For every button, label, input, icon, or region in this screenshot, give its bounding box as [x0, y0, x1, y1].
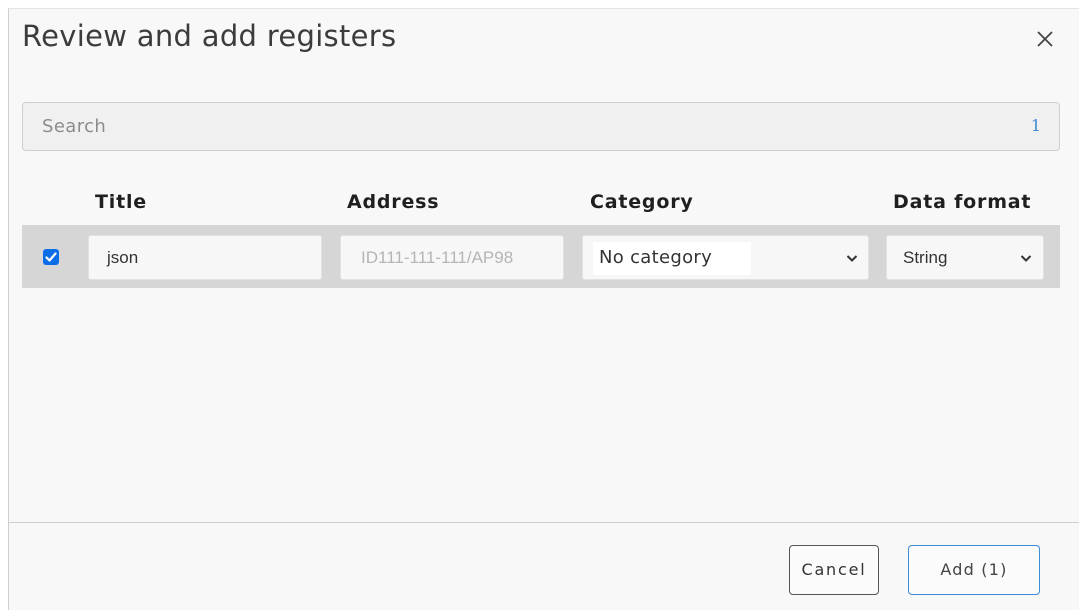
data-format-select[interactable]: String	[886, 235, 1044, 280]
category-select[interactable]: No category	[582, 235, 869, 280]
data-format-select-value: String	[903, 248, 948, 267]
search-input[interactable]	[23, 103, 1003, 150]
table-row: json ID111-111-111/AP98 No category Stri…	[22, 225, 1060, 288]
review-registers-dialog	[8, 8, 1079, 610]
chevron-down-icon	[846, 255, 858, 262]
column-header-category: Category	[590, 191, 694, 213]
footer-divider	[9, 522, 1079, 523]
chevron-down-icon	[1020, 255, 1032, 262]
category-select-value: No category	[599, 247, 713, 268]
address-input[interactable]: ID111-111-111/AP98	[340, 235, 564, 280]
cancel-button[interactable]: Cancel	[789, 545, 879, 595]
search-result-count: 1	[1030, 116, 1041, 135]
column-header-data-format: Data format	[893, 191, 1032, 213]
column-header-title: Title	[95, 191, 147, 213]
search-box: 1	[22, 102, 1060, 151]
row-checkbox[interactable]	[43, 249, 59, 265]
dialog-title: Review and add registers	[22, 19, 397, 53]
add-button[interactable]: Add (1)	[908, 545, 1040, 595]
close-icon[interactable]	[1034, 28, 1056, 50]
title-input[interactable]: json	[88, 235, 322, 280]
column-header-address: Address	[347, 191, 440, 213]
